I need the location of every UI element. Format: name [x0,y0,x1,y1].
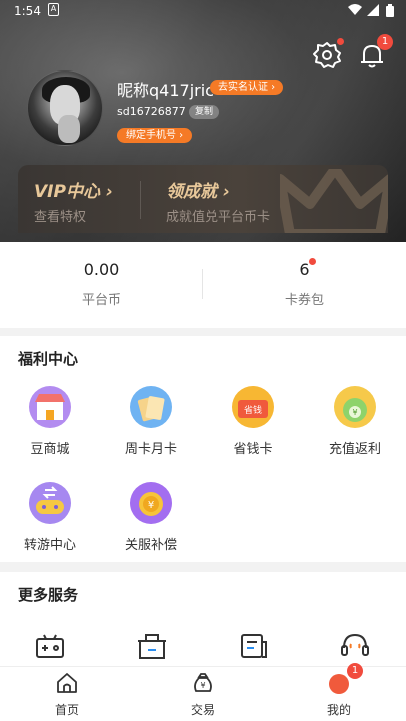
status-a-icon: A [48,3,59,16]
profile-header: 1:54 A 1 昵称q417jric 去实名认证 › sd16726877 复… [0,0,406,242]
user-id: sd16726877 [117,105,186,118]
bottom-tabbar: 首页 ¥ 交易 1 我的 [0,663,406,721]
welfare-label-compensation: 关服补偿 [124,538,177,553]
welfare-item-card[interactable]: 周卡月卡 [101,386,201,457]
welfare-label-game-transfer: 转游中心 [23,538,76,553]
gift-box-icon[interactable] [136,630,168,662]
tab-mine-label: 我的 [326,703,351,717]
gear-icon [313,42,341,68]
vip-center-title: VIP中心 › [34,182,113,202]
welfare-label-shop: 豆商城 [30,442,70,457]
welfare-label-save-money: 省钱卡 [233,442,273,457]
wifi-icon [348,4,362,15]
vip-card: VIP中心 › 查看特权 领成就 › 成就值兑平台币卡 [18,165,388,233]
platform-coin[interactable]: 0.00 平台币 [0,260,203,308]
compensation-icon: ¥ [130,482,172,524]
status-time: 1:54 [14,4,41,18]
crown-icon [280,169,388,233]
welfare-item-save-money[interactable]: 省钱 省钱卡 [203,386,303,457]
tab-mine-badge: 1 [347,663,363,679]
copy-button[interactable]: 复制 [189,105,220,119]
shop-icon [29,386,71,428]
welfare-item-rebate[interactable]: ¥ 充值返利 [305,386,405,457]
card-icon [130,386,172,428]
rebate-icon: ¥ [334,386,376,428]
achievement-title: 领成就 › [166,182,230,202]
notification-badge: 1 [377,34,393,50]
game-console-icon[interactable] [34,630,66,662]
achievement-sub: 成就值兑平台币卡 [166,210,271,225]
avatar[interactable] [27,70,103,146]
platform-coin-value: 0.00 [83,260,120,279]
notification-button[interactable]: 1 [357,34,393,70]
money-bag-icon: ¥ [194,673,212,692]
welfare-item-shop[interactable]: 豆商城 [0,386,100,457]
settings-button[interactable] [312,38,344,70]
services-title: 更多服务 [18,586,79,604]
vip-divider [140,181,141,219]
welfare-label-rebate: 充值返利 [328,442,381,457]
battery-icon [386,4,394,17]
trade-currency-symbol: ¥ [200,681,205,690]
rebate-coin-symbol: ¥ [352,408,357,417]
document-icon[interactable] [238,630,270,662]
nickname: 昵称q417jric [117,81,214,100]
home-icon [57,673,77,693]
assets-panel: 0.00 平台币 6 卡券包 [0,242,406,328]
coupon-wallet-label: 卡券包 [284,293,324,308]
coupon-wallet-value: 6 [299,260,310,279]
verify-identity-button[interactable]: 去实名认证 › [210,80,284,95]
coupon-dot [309,258,316,265]
tab-mine[interactable]: 1 我的 [299,663,379,718]
game-transfer-icon [29,482,71,524]
tab-home[interactable]: 首页 [27,671,107,718]
settings-dot [337,38,344,45]
save-money-text: 省钱 [244,404,262,416]
status-bar: 1:54 A [0,0,406,24]
welfare-label-card: 周卡月卡 [124,442,177,457]
tab-home-label: 首页 [54,703,79,717]
tab-trade-label: 交易 [190,703,215,717]
save-money-icon: 省钱 [232,386,274,428]
bind-phone-button[interactable]: 绑定手机号 › [117,128,193,143]
welfare-center: 福利中心 豆商城 周卡月卡 省钱 省钱卡 ¥ 充值返利 转游中心 ¥ 关服补偿 [0,336,406,562]
welfare-title: 福利中心 [18,350,79,368]
tab-trade[interactable]: ¥ 交易 [163,671,243,718]
headset-icon[interactable] [339,630,371,662]
signal-icon [367,4,379,16]
welfare-item-compensation[interactable]: ¥ 关服补偿 [101,482,201,553]
vip-center-sub: 查看特权 [34,210,87,225]
compensation-coin-symbol: ¥ [148,500,154,511]
coupon-wallet[interactable]: 6 卡券包 [203,260,406,308]
platform-coin-label: 平台币 [81,293,121,308]
welfare-item-game-transfer[interactable]: 转游中心 [0,482,100,553]
